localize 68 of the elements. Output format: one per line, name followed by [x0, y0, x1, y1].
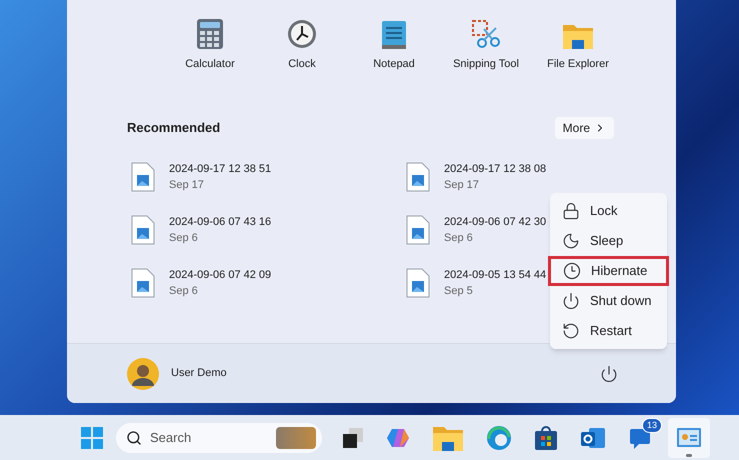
taskbar-app[interactable]: 13: [620, 418, 662, 458]
app-label: File Explorer: [547, 57, 609, 72]
file-date: Sep 17: [169, 178, 205, 193]
power-icon[interactable]: [600, 364, 618, 382]
power-menu-item[interactable]: Shut down: [550, 286, 667, 316]
folder-icon: [562, 22, 594, 50]
search-field[interactable]: Search: [116, 422, 322, 452]
clock-icon: [286, 18, 318, 50]
user-avatar-icon[interactable]: [127, 358, 159, 390]
recommended-file[interactable]: 2024-09-06 07 43 16 Sep 6: [131, 214, 272, 246]
section-title: Recommended: [127, 118, 220, 137]
image-file-icon: [131, 215, 155, 245]
power-menu-item[interactable]: Restart: [550, 316, 667, 346]
windows-start-icon[interactable]: [80, 426, 104, 450]
file-name: 2024-09-06 07 42 30: [444, 214, 546, 230]
more-button[interactable]: More: [554, 116, 614, 138]
scissors-icon: [470, 18, 502, 50]
mail-app-icon[interactable]: [580, 426, 606, 450]
clock-icon: [563, 262, 581, 280]
running-indicator: [686, 454, 692, 456]
file-date: Sep 6: [169, 284, 199, 299]
image-file-icon: [131, 268, 155, 298]
copilot-icon[interactable]: [386, 426, 410, 448]
recommended-file[interactable]: 2024-09-05 13 54 44 Sep 5: [406, 266, 546, 300]
file-name: 2024-09-05 13 54 44: [444, 268, 546, 282]
file-date: Sep 5: [444, 284, 474, 299]
search-highlight-picture: [276, 426, 316, 448]
recommended-file[interactable]: 2024-09-06 07 42 30 Sep 6: [406, 214, 546, 246]
power-menu-item[interactable]: Hibernate: [548, 256, 669, 286]
restart-icon: [562, 322, 580, 340]
file-name: 2024-09-06 07 42 09: [169, 268, 272, 282]
image-file-icon: [131, 162, 155, 192]
file-date: Sep 6: [169, 231, 199, 246]
file-name: 2024-09-17 12 38 51: [169, 162, 272, 176]
notification-badge: 13: [642, 418, 662, 433]
search-icon: [126, 430, 142, 446]
file-date: Sep 6: [444, 231, 474, 246]
app-label: Clock: [288, 57, 316, 72]
app-label: Notepad: [373, 57, 415, 72]
app-label: Calculator: [185, 57, 235, 72]
app-label: Snipping Tool: [453, 57, 519, 72]
pinned-app[interactable]: File Explorer: [532, 16, 624, 72]
image-file-icon: [406, 215, 430, 245]
calculator-icon: [196, 18, 224, 50]
power-menu-item[interactable]: Sleep: [550, 226, 667, 256]
pinned-app[interactable]: Clock: [256, 16, 348, 72]
store-icon[interactable]: [534, 424, 558, 450]
recommended-file[interactable]: 2024-09-06 07 42 09 Sep 6: [131, 266, 272, 300]
image-file-icon: [406, 162, 430, 192]
power-icon: [562, 292, 580, 310]
file-date: Sep 17: [444, 178, 480, 193]
pinned-app[interactable]: Calculator: [164, 16, 256, 72]
moon-icon: [562, 232, 580, 250]
recommended-file[interactable]: 2024-09-17 12 38 08 Sep 17: [406, 160, 546, 194]
control-panel-icon[interactable]: [676, 426, 702, 450]
user-name[interactable]: User Demo: [171, 365, 227, 382]
file-name: 2024-09-06 07 43 16: [169, 214, 272, 230]
power-menu-item[interactable]: Lock: [550, 196, 667, 226]
lock-icon: [562, 202, 580, 220]
recommended-file[interactable]: 2024-09-17 12 38 51 Sep 17: [131, 160, 272, 194]
task-view-icon[interactable]: [342, 426, 364, 448]
notepad-icon: [380, 18, 408, 50]
image-file-icon: [406, 268, 430, 298]
pinned-app[interactable]: Snipping Tool: [440, 16, 532, 72]
search-input[interactable]: Search: [150, 428, 268, 448]
edge-icon[interactable]: [486, 424, 512, 450]
pinned-app[interactable]: Notepad: [348, 16, 440, 72]
file-name: 2024-09-17 12 38 08: [444, 162, 546, 176]
